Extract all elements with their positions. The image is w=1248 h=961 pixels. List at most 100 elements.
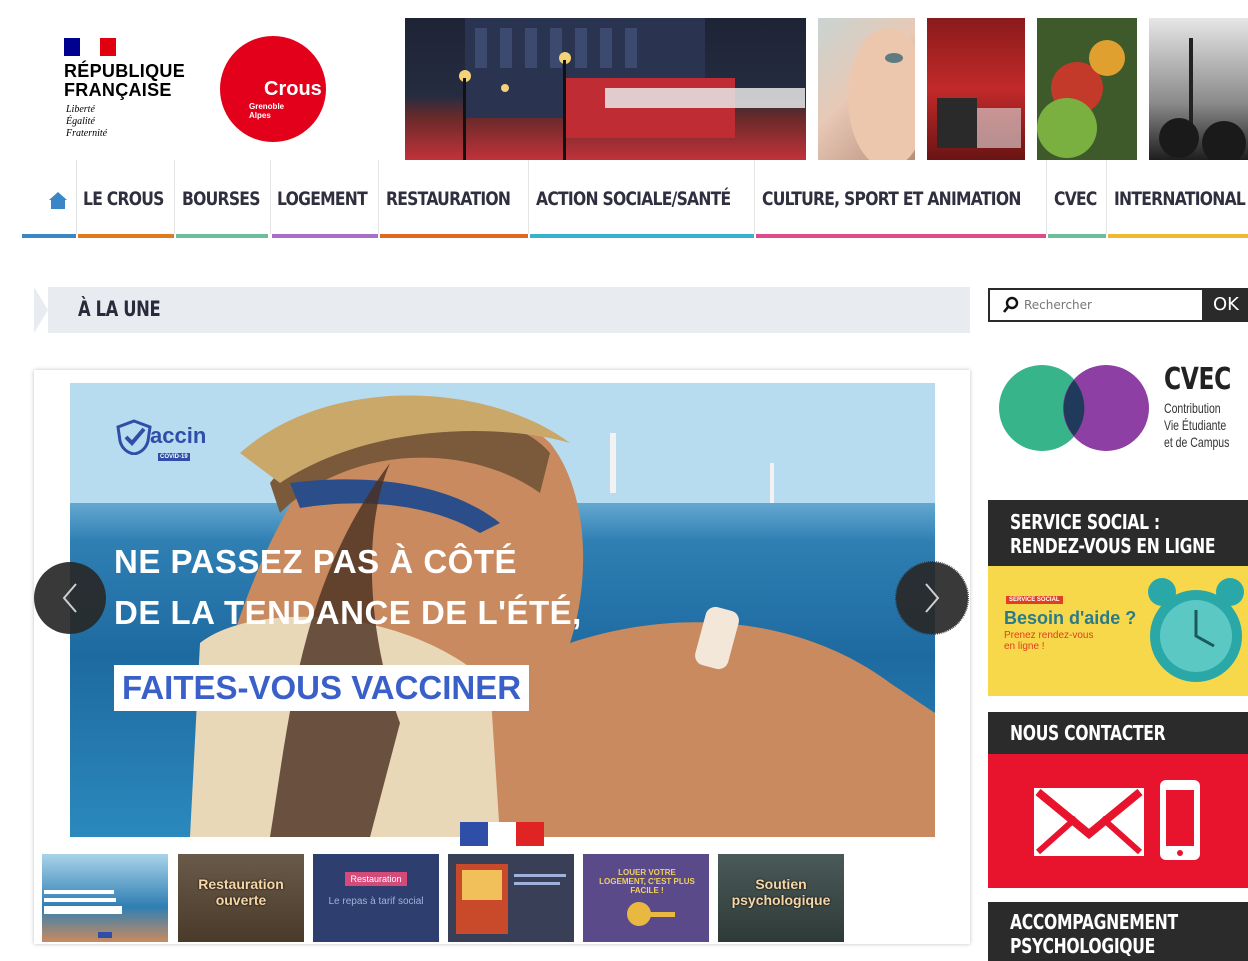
rf-line-2: FRANÇAISE (64, 80, 172, 100)
service-social-visual: SERVICE SOCIAL Besoin d'aide ? Prenez re… (988, 566, 1248, 696)
search-input[interactable] (1024, 296, 1194, 314)
nav-item-bar (78, 234, 174, 238)
nav-item-cvec[interactable]: CVEC (1048, 160, 1106, 238)
nav-item-label: CULTURE, SPORT ET ANIMATION (762, 188, 1021, 210)
motto-line: Égalité (66, 116, 95, 127)
rendez-vous-line: en ligne ! (1004, 641, 1045, 652)
card-title-line: SERVICE SOCIAL : (1010, 510, 1160, 534)
thumbnail-subtitle: Le repas à tarif social (328, 896, 424, 907)
nav-home[interactable] (22, 160, 76, 238)
thumbnail-5[interactable]: LOUER VOTRE LOGEMENT, C'EST PLUS FACILE … (583, 854, 709, 942)
nav-item-restauration[interactable]: RESTAURATION (380, 160, 528, 238)
nav-item-bar (756, 234, 1046, 238)
nav-divider (1106, 160, 1107, 234)
service-social-card[interactable]: SERVICE SOCIAL : RENDEZ-VOUS EN LIGNE SE… (988, 500, 1248, 696)
nav-item-le-crous[interactable]: LE CROUS (78, 160, 174, 238)
nav-item-label: RESTAURATION (386, 188, 511, 210)
banner-photo-building (405, 18, 806, 160)
header-notch (34, 287, 48, 333)
nav-item-bar (272, 234, 378, 238)
nav-divider (76, 160, 77, 234)
section-title: À LA UNE (78, 297, 161, 321)
rf-motto: Liberté Égalité Fraternité (66, 104, 107, 140)
rf-line-1: RÉPUBLIQUE (64, 61, 186, 81)
banner-photo-concert (1149, 18, 1248, 160)
crous-sub-line: Grenoble (249, 102, 285, 111)
cvec-subtitle-line: Contribution (1164, 400, 1221, 416)
covid-tag: COVID-19 (158, 453, 190, 461)
contact-visual (988, 754, 1248, 888)
keys-icon (627, 902, 675, 926)
nav-item-culture-sport-animation[interactable]: CULTURE, SPORT ET ANIMATION (756, 160, 1046, 238)
slide-cta: FAITES-VOUS VACCINER (114, 665, 530, 711)
nav-item-action-sociale-sante[interactable]: ACTION SOCIALE/SANTÉ (530, 160, 754, 238)
thumbnail-1-preview (44, 890, 122, 938)
home-icon (49, 192, 67, 209)
rendez-vous-text: Prenez rendez-vous en ligne ! (1004, 630, 1094, 652)
nav-item-logement[interactable]: LOGEMENT (272, 160, 378, 238)
french-flag-strip (460, 822, 544, 846)
slider-next-button[interactable] (895, 561, 969, 635)
alarm-clock-icon (1148, 578, 1244, 682)
nav-divider (754, 160, 755, 234)
nav-item-label: ACTION SOCIALE/SANTÉ (536, 188, 731, 210)
a-la-une-header: À LA UNE (34, 287, 970, 333)
accompagnement-psychologique-card[interactable]: ACCOMPAGNEMENT PSYCHOLOGIQUE (988, 902, 1248, 961)
nav-item-bourses[interactable]: BOURSES (176, 160, 268, 238)
nav-item-bar (1108, 234, 1248, 238)
slide-headline-line-1: NE PASSEZ PAS À CÔTÉ (114, 543, 518, 580)
banner-photo-face (818, 18, 915, 160)
thumbnail-3[interactable]: Restauration Le repas à tarif social (313, 854, 439, 942)
nav-item-bar (1048, 234, 1106, 238)
shield-check-icon (116, 419, 152, 455)
vaccin-word: accin (150, 423, 207, 448)
slide-vaccination[interactable]: accin COVID-19 NE PASSEZ PAS À CÔTÉ DE L… (70, 383, 935, 837)
thumbnail-2[interactable]: Restauration ouverte (178, 854, 304, 942)
nav-item-international[interactable]: INTERNATIONAL (1108, 160, 1248, 238)
nav-item-bar (380, 234, 528, 238)
salad-illustration (1037, 40, 1125, 158)
cvec-circles-logo (999, 365, 1149, 451)
nous-contacter-heading: NOUS CONTACTER (988, 712, 1248, 754)
thumbnail-label: Restauration ouverte (198, 876, 284, 908)
banner-photo-salad (1037, 18, 1137, 160)
chevron-left-icon (62, 583, 77, 613)
crous-logo-text: Crous (264, 78, 322, 100)
nav-item-bar (176, 234, 268, 238)
card-title-line: ACCOMPAGNEMENT (1010, 910, 1178, 934)
thumbnail-label: Soutien psychologique (731, 876, 831, 908)
besoin-aide-text: Besoin d'aide ? (1004, 608, 1137, 628)
thumbnail-4-preview (456, 864, 566, 934)
republique-francaise-logo[interactable]: RÉPUBLIQUE FRANÇAISE (64, 62, 185, 100)
vaccin-covid-badge: accin COVID-19 (114, 419, 210, 481)
main-navigation: LE CROUS BOURSES LOGEMENT RESTAURATION A… (22, 160, 1248, 238)
motto-line: Liberté (66, 104, 95, 115)
card-title-line: RENDEZ-VOUS EN LIGNE (1010, 534, 1216, 558)
nav-divider (378, 160, 379, 234)
card-title: NOUS CONTACTER (1010, 721, 1166, 745)
concert-illustration (1159, 38, 1246, 160)
nav-divider (1046, 160, 1047, 234)
building-illustration (459, 18, 805, 160)
marianne-flag (64, 38, 116, 56)
search-box: OK (988, 288, 1248, 322)
nav-item-label: INTERNATIONAL (1114, 188, 1246, 210)
crous-sub-line: Alpes (249, 111, 271, 120)
thumbnail-6[interactable]: Soutien psychologique (718, 854, 844, 942)
motto-line: Fraternité (66, 128, 108, 139)
cvec-subtitle: Contribution Vie Étudiante et de Campus (1164, 400, 1229, 451)
nous-contacter-card[interactable]: NOUS CONTACTER (988, 712, 1248, 888)
rendez-vous-line: Prenez rendez-vous (1004, 630, 1094, 641)
face-illustration (848, 28, 915, 160)
cvec-subtitle-line: et de Campus (1164, 434, 1230, 450)
thumbnail-4[interactable] (448, 854, 574, 942)
cvec-banner[interactable]: CVEC Contribution Vie Étudiante et de Ca… (988, 352, 1248, 472)
nav-divider (174, 160, 175, 234)
interior-illustration (937, 98, 1021, 148)
service-social-tag: SERVICE SOCIAL (1006, 596, 1063, 604)
thumbnail-1[interactable] (42, 854, 168, 942)
accompagnement-heading: ACCOMPAGNEMENT PSYCHOLOGIQUE (988, 902, 1248, 961)
search-ok-button[interactable]: OK (1202, 288, 1248, 322)
nav-item-label: LOGEMENT (277, 188, 368, 210)
slider-prev-button[interactable] (34, 562, 106, 634)
